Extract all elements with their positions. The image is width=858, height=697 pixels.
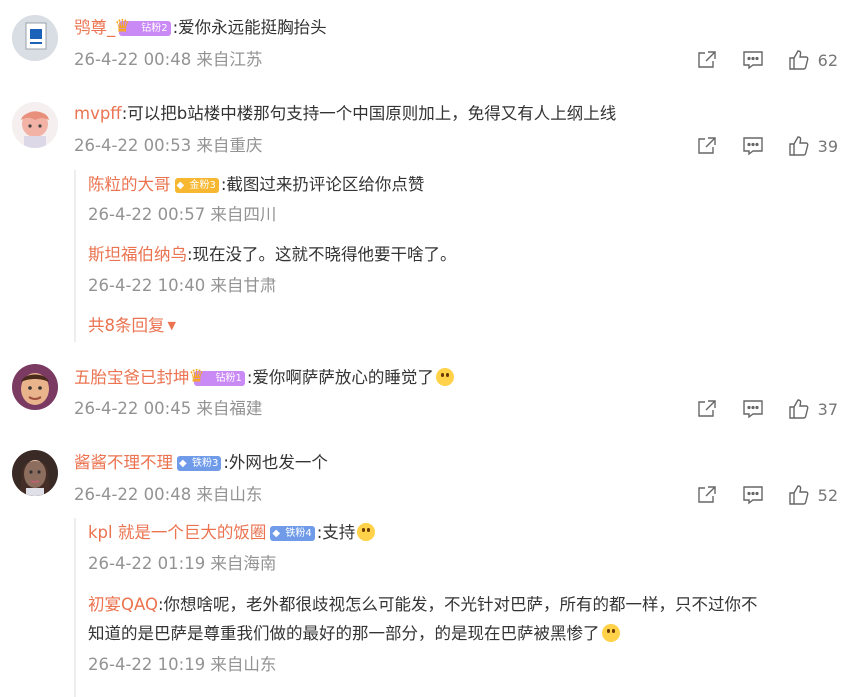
- reply-text: :现在没了。这就不晓得他要干啥了。: [187, 245, 457, 264]
- comment-text: :爱你永远能挺胸抬头: [172, 18, 327, 37]
- diamond-icon: ◆: [179, 458, 187, 469]
- medal-icon: ◆: [176, 180, 185, 191]
- fan-badge: ♛ 钻粉1: [189, 366, 245, 387]
- reply-meta: 26-4-22 10:40 来自甘肃: [88, 276, 277, 295]
- avatar[interactable]: [12, 15, 58, 61]
- share-icon[interactable]: [696, 484, 718, 506]
- like-icon[interactable]: [788, 484, 810, 506]
- comment-meta: 26-4-22 00:48 来自江苏: [74, 50, 263, 69]
- comment-text: :外网也发一个: [223, 453, 328, 472]
- fan-badge: ◆ 铁粉4: [270, 526, 315, 541]
- reply-meta: 26-4-22 00:57 来自四川: [88, 205, 277, 224]
- fan-badge: ◆ 金粉3: [174, 178, 219, 193]
- comment-icon[interactable]: [742, 484, 764, 506]
- comment-meta: 26-4-22 00:53 来自重庆: [74, 136, 263, 155]
- like-count: 52: [817, 485, 838, 505]
- share-icon[interactable]: [696, 398, 718, 420]
- reply-text: :支持: [316, 523, 356, 542]
- comment-icon[interactable]: [742, 135, 764, 157]
- cheer-emoji-icon: [357, 523, 376, 541]
- fan-badge: ♛ 钻粉2: [114, 16, 171, 37]
- avatar[interactable]: [12, 450, 58, 496]
- like-count: 37: [817, 399, 838, 419]
- reply-username[interactable]: kpl 就是一个巨大的饭圈: [88, 523, 266, 542]
- reply-text-continued: 知道的是巴萨是尊重我们做的最好的那一部分，的是现在巴萨被黑惨了: [88, 624, 600, 643]
- share-icon[interactable]: [696, 49, 718, 71]
- like-icon[interactable]: [788, 135, 810, 157]
- username[interactable]: 五胎宝爸已封坤: [74, 368, 190, 387]
- reply-meta: 26-4-22 01:19 来自海南: [88, 554, 277, 573]
- more-replies-label: 共8条回复: [88, 316, 165, 335]
- crown-icon: ♛: [188, 366, 205, 387]
- share-icon[interactable]: [696, 135, 718, 157]
- username[interactable]: 酱酱不理不理: [74, 453, 173, 472]
- comment-text: :可以把b站楼中楼那句支持一个中国原则加上，免得又有人上纲上线: [121, 104, 617, 123]
- comment-icon[interactable]: [742, 398, 764, 420]
- cry-laugh-emoji-icon: [601, 624, 620, 642]
- crown-icon: ♛: [114, 16, 131, 37]
- like-count: 39: [817, 136, 838, 156]
- grin-emoji-icon: [435, 368, 454, 386]
- fan-badge: ◆ 铁粉3: [177, 456, 222, 471]
- reply-list: kpl 就是一个巨大的饭圈 ◆ 铁粉4:支持 26-4-22 01:19 来自海南 …: [74, 518, 846, 697]
- reply-username[interactable]: 斯坦福伯纳乌: [88, 245, 187, 264]
- reply-username[interactable]: 初宴QAQ: [88, 595, 158, 614]
- like-count: 62: [817, 50, 838, 70]
- caret-down-icon: ▼: [167, 319, 176, 332]
- reply-meta: 26-4-22 10:19 来自山东: [88, 655, 277, 674]
- reply-text: :截图过来扔评论区给你点赞: [220, 175, 425, 194]
- avatar[interactable]: [12, 102, 58, 148]
- username[interactable]: 鸮尊_: [74, 18, 115, 37]
- comment-meta: 26-4-22 00:45 来自福建: [74, 399, 263, 418]
- username[interactable]: mvpff: [74, 104, 122, 123]
- reply-list: 陈粒的大哥 ◆ 金粉3:截图过来扔评论区给你点赞 26-4-22 00:57 来自四…: [74, 170, 846, 342]
- diamond-icon: ◆: [272, 528, 281, 539]
- like-icon[interactable]: [788, 398, 810, 420]
- like-icon[interactable]: [788, 49, 810, 71]
- comment-text: :爱你啊萨萨放心的睡觉了: [246, 368, 434, 387]
- comment-meta: 26-4-22 00:48 来自山东: [74, 485, 263, 504]
- avatar[interactable]: [12, 364, 58, 410]
- reply-username[interactable]: 陈粒的大哥: [88, 175, 171, 194]
- more-replies-link[interactable]: 共8条回复 ▼: [88, 315, 176, 337]
- reply-text: :你想啥呢，老外都很歧视怎么可能发，不光针对巴萨，所有的都一样，只不过你不: [157, 595, 758, 614]
- comment-icon[interactable]: [742, 49, 764, 71]
